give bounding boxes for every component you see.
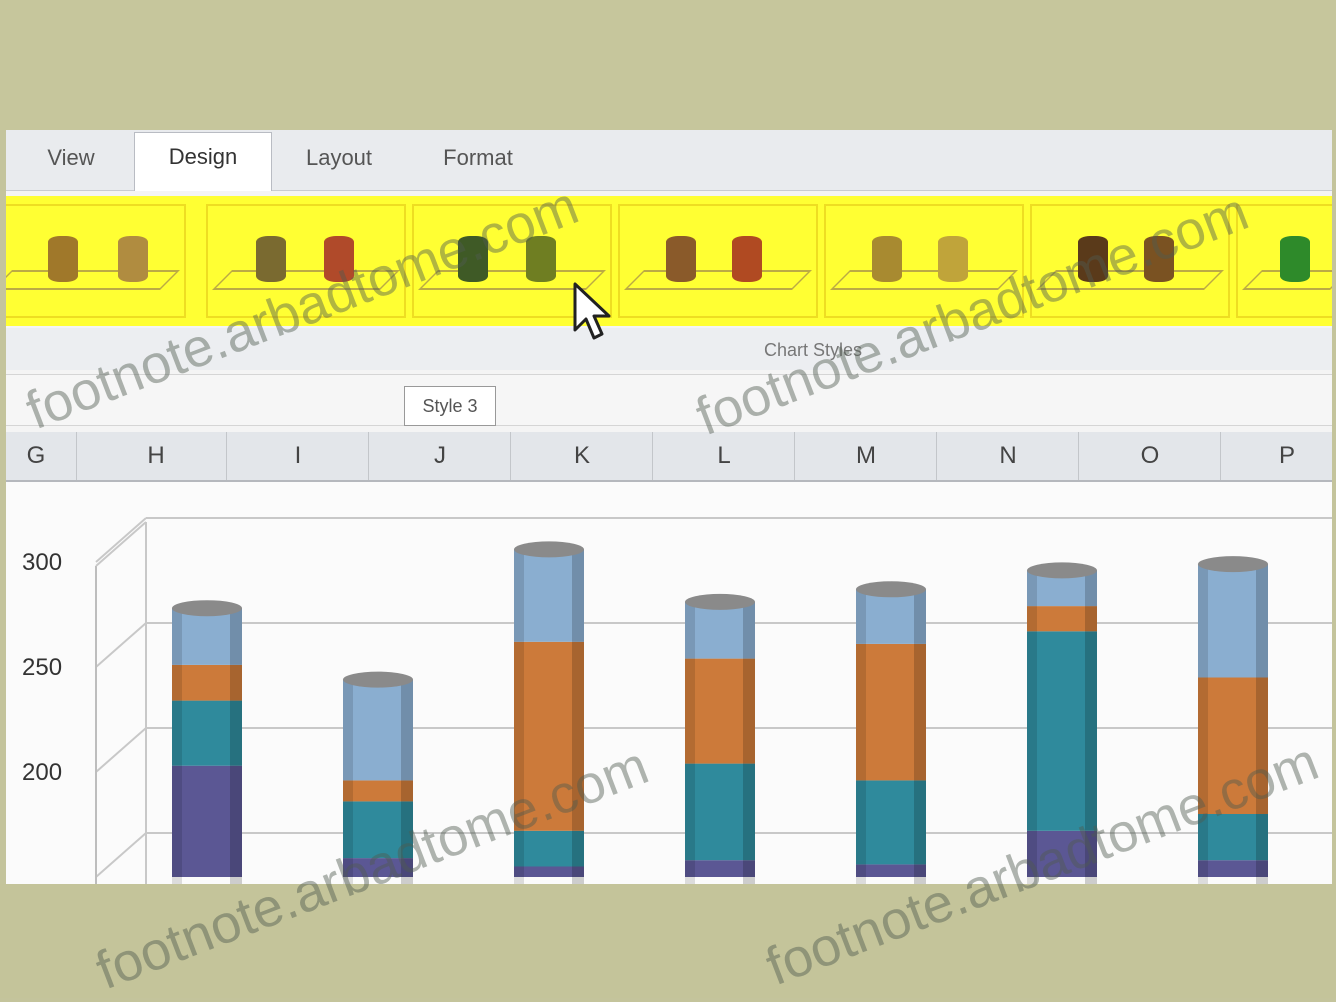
column-header-row: G H I J K L M N O P	[6, 432, 1332, 482]
column-header-i[interactable]: I	[228, 432, 369, 480]
cylinder-icon	[732, 236, 762, 282]
gridline-depth	[95, 622, 147, 668]
bar-shade	[572, 549, 584, 884]
cylinder-icon	[1280, 236, 1310, 282]
bar-cap	[685, 593, 755, 610]
video-frame-top	[0, 0, 1336, 130]
bar-cap	[1198, 556, 1268, 573]
column-header-m[interactable]: M	[796, 432, 937, 480]
column-header-h[interactable]: H	[86, 432, 227, 480]
chart-style-option-7[interactable]	[1236, 204, 1332, 318]
column-header-n[interactable]: N	[938, 432, 1079, 480]
tab-design[interactable]: Design	[134, 132, 272, 191]
bar-cap	[514, 541, 584, 558]
bar-shade	[856, 589, 866, 884]
bar-cap	[172, 600, 242, 617]
column-header-p[interactable]: P	[1222, 432, 1332, 480]
cylinder-icon	[938, 236, 968, 282]
cylinder-icon	[118, 236, 148, 282]
column-header-k[interactable]: K	[512, 432, 653, 480]
bar-shade	[172, 608, 182, 884]
tab-view[interactable]: View	[16, 134, 126, 186]
cylinder-icon	[872, 236, 902, 282]
bar-shade	[914, 589, 926, 884]
y-tick-label: 250	[22, 654, 62, 681]
chart-style-option-4[interactable]	[618, 204, 818, 318]
cylinder-icon	[666, 236, 696, 282]
gridline-depth	[95, 517, 147, 563]
tab-layout[interactable]: Layout	[274, 134, 404, 186]
cylinder-icon	[48, 236, 78, 282]
bar-cap	[343, 671, 413, 688]
bar-shade	[1256, 564, 1268, 884]
bar-cap	[1027, 562, 1097, 579]
gridline-depth	[95, 727, 147, 773]
axis-depth	[95, 521, 147, 567]
column-header-j[interactable]: J	[370, 432, 511, 480]
tab-format[interactable]: Format	[410, 134, 546, 186]
formula-bar	[6, 374, 1332, 426]
y-tick-label: 300	[22, 549, 62, 576]
bar-cap	[856, 581, 926, 598]
chart-style-option-1[interactable]	[6, 204, 186, 318]
y-tick-label: 200	[22, 759, 62, 786]
bar-shade	[743, 601, 755, 884]
bar-shade	[685, 601, 695, 884]
ribbon-tab-bar: View Design Layout Format	[6, 130, 1332, 191]
column-header-o[interactable]: O	[1080, 432, 1221, 480]
mouse-pointer-icon	[573, 282, 611, 340]
cylinder-icon	[256, 236, 286, 282]
style-tooltip: Style 3	[404, 386, 496, 426]
bar-shade	[230, 608, 242, 884]
gridline-depth	[95, 832, 147, 878]
